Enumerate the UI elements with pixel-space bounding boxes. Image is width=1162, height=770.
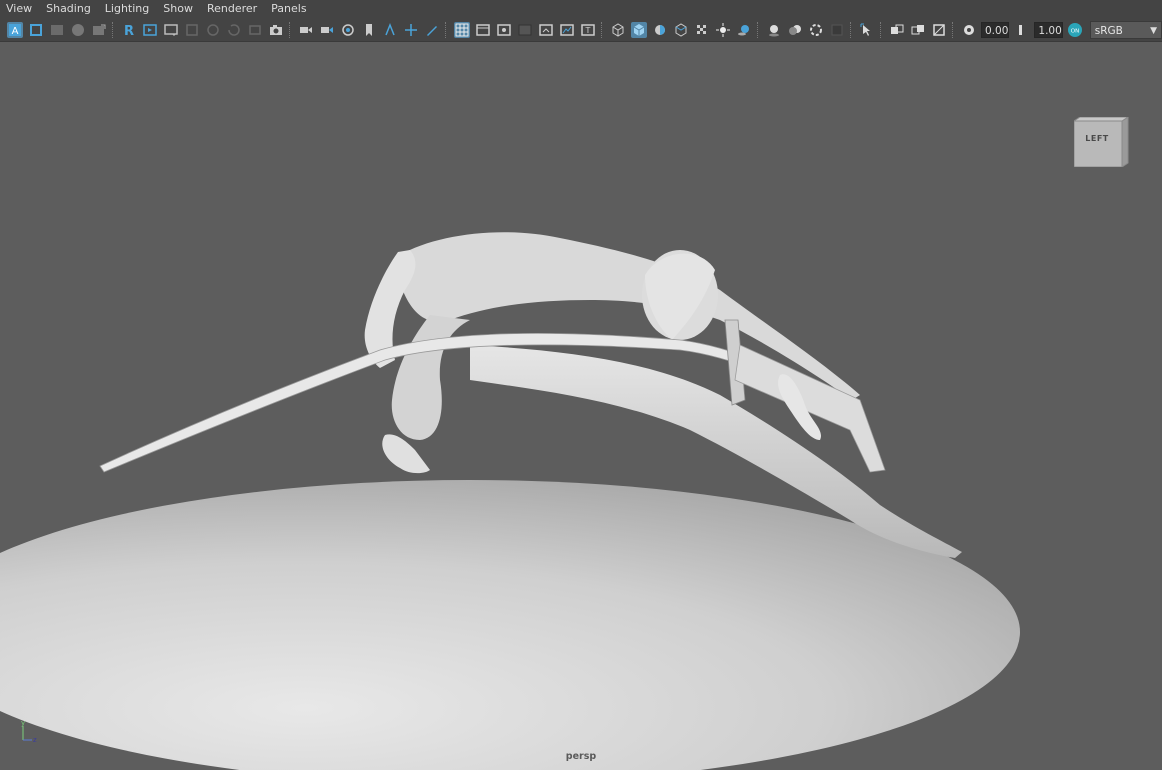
motion-blur-icon[interactable]	[787, 22, 803, 38]
gamma-icon[interactable]	[1014, 22, 1030, 38]
gamma-field[interactable]: 1.00	[1034, 21, 1063, 38]
safe-title-icon[interactable]	[247, 22, 263, 38]
pivot-icon[interactable]	[382, 22, 398, 38]
color-space-dropdown[interactable]: sRGB (ACES) ▼	[1089, 20, 1162, 55]
snapshot-camera-icon[interactable]	[268, 22, 284, 38]
svg-text:R: R	[123, 24, 133, 38]
film-strip-icon[interactable]	[475, 22, 491, 38]
wireframe-icon[interactable]	[610, 22, 626, 38]
axis-icon: y z	[21, 719, 37, 744]
menu-view[interactable]: View	[0, 0, 40, 18]
view-cube-label: LEFT	[1085, 134, 1109, 143]
toolbar-divider	[445, 21, 448, 38]
checker-icon[interactable]	[694, 22, 710, 38]
grid-icon[interactable]	[453, 21, 470, 38]
field-chart-grid-icon[interactable]	[538, 22, 554, 38]
exposure-field[interactable]: 0.00	[981, 21, 1010, 38]
menu-shading[interactable]: Shading	[40, 0, 99, 18]
axis-y-label: y	[21, 719, 25, 727]
default-material-icon[interactable]	[652, 22, 668, 38]
axis-z-label: z	[33, 736, 37, 744]
perspective-viewport[interactable]: LEFT	[0, 43, 1162, 770]
toolbar-divider	[850, 21, 853, 38]
svg-text:A: A	[11, 26, 18, 37]
toolbar-divider	[289, 21, 292, 38]
svg-text:T: T	[584, 26, 590, 35]
depth-of-field-icon[interactable]	[829, 22, 845, 38]
camera-aim-icon[interactable]	[319, 22, 335, 38]
grease-pencil-icon[interactable]: R	[121, 22, 137, 38]
toolbar-divider	[601, 21, 604, 38]
smooth-shade-icon[interactable]	[630, 21, 647, 38]
lights-icon[interactable]	[715, 22, 731, 38]
safe-action-icon[interactable]	[226, 22, 242, 38]
camera-sequencer-icon[interactable]	[340, 22, 356, 38]
toolbar-divider	[952, 21, 955, 38]
select-camera-icon[interactable]: A	[6, 21, 23, 38]
menu-show[interactable]: Show	[157, 0, 201, 18]
two-d-pan-zoom-icon[interactable]	[91, 22, 107, 38]
pen-icon[interactable]	[424, 22, 440, 38]
isolate-select-icon[interactable]	[859, 22, 875, 38]
film-gate-icon[interactable]	[142, 22, 158, 38]
camera-attributes-icon[interactable]	[28, 22, 44, 38]
resolution-icon[interactable]	[496, 22, 512, 38]
color-management-icon[interactable]: ON	[1067, 22, 1083, 38]
gate-mask-icon[interactable]	[184, 22, 200, 38]
ambient-occlusion-icon[interactable]	[766, 22, 782, 38]
view-cube[interactable]: LEFT	[1072, 116, 1130, 168]
toolbar-divider	[880, 21, 883, 38]
xray-components-icon[interactable]	[931, 22, 947, 38]
toolbar-divider	[757, 21, 760, 38]
menu-renderer[interactable]: Renderer	[201, 0, 265, 18]
scene-render	[0, 232, 1020, 770]
viewport-toolbar: A R T 0.00 1.00 ON sRGB (ACES) ▼	[0, 18, 1162, 55]
safe-title-frame-icon[interactable]: T	[580, 22, 596, 38]
bookmark-icon[interactable]	[361, 22, 377, 38]
move-tool-icon[interactable]	[403, 22, 419, 38]
bookmarks-icon[interactable]	[49, 22, 65, 38]
mask-icon[interactable]	[517, 22, 533, 38]
menu-lighting[interactable]: Lighting	[99, 0, 157, 18]
field-chart-icon[interactable]	[205, 22, 221, 38]
xray-joints-icon[interactable]	[910, 22, 926, 38]
image-plane-icon[interactable]	[70, 22, 86, 38]
chevron-down-icon: ▼	[1150, 25, 1157, 36]
shadows-icon[interactable]	[736, 22, 752, 38]
toolbar-divider	[112, 21, 115, 38]
video-camera-icon[interactable]	[298, 22, 314, 38]
panel-menubar: View Shading Lighting Show Renderer Pane…	[0, 0, 1162, 18]
xray-icon[interactable]	[889, 22, 905, 38]
cm-badge-text: ON	[1071, 28, 1079, 34]
exposure-icon[interactable]	[961, 22, 977, 38]
resolution-gate-icon[interactable]	[163, 22, 179, 38]
safe-action-frame-icon[interactable]	[559, 22, 575, 38]
anti-aliasing-icon[interactable]	[808, 22, 824, 38]
camera-name-label: persp	[565, 751, 597, 762]
axis-gizmo: y z	[18, 718, 48, 748]
textured-icon[interactable]	[673, 22, 689, 38]
menu-panels[interactable]: Panels	[265, 0, 314, 18]
